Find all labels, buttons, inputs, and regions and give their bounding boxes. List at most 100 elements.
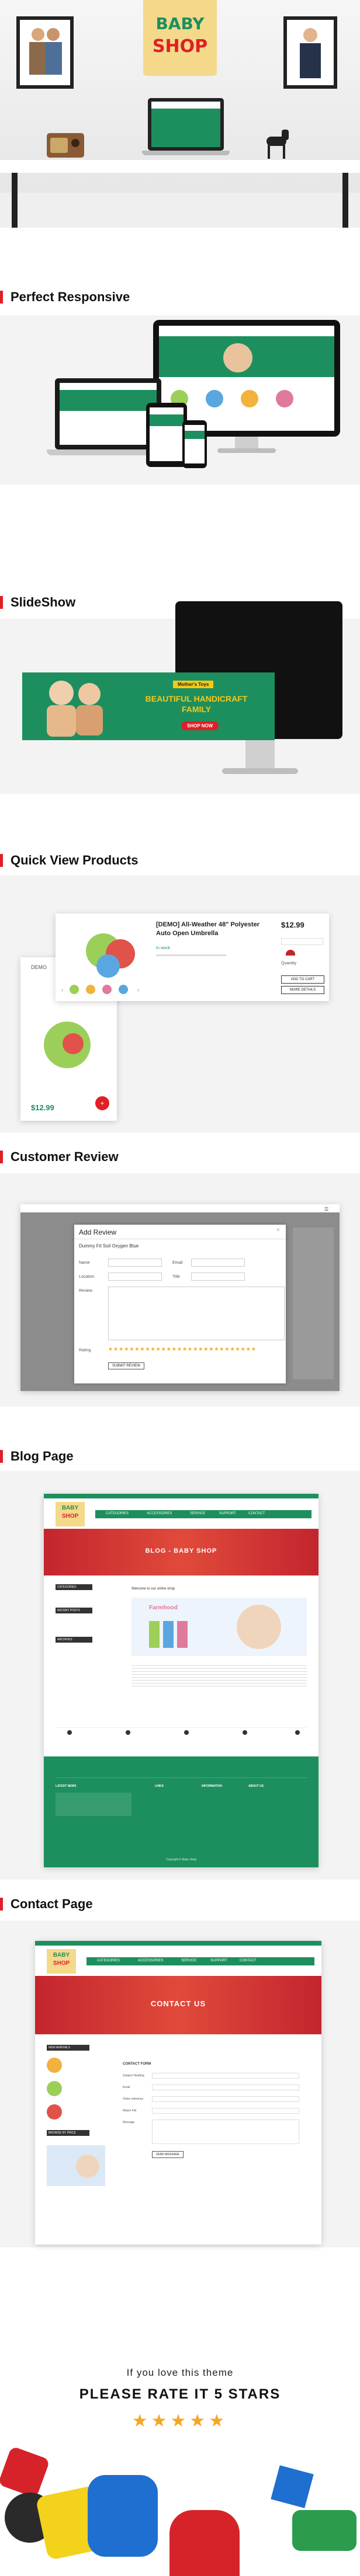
logo-line1: BABY — [155, 14, 205, 33]
car-toy — [292, 2510, 356, 2551]
sidebar-heading-recent: RECENT POSTS — [56, 1608, 92, 1613]
nav-item[interactable]: CATEGORIES — [97, 1959, 120, 1962]
contact-nav: CATEGORIES ACCESSORIES SERVICE SUPPORT C… — [86, 1957, 314, 1965]
field-order-label: Order reference — [123, 2097, 144, 2101]
hero: BABY SHOP — [0, 0, 360, 228]
blog-logo[interactable]: BABY SHOP — [56, 1502, 85, 1526]
title-input[interactable] — [191, 1273, 245, 1281]
quickview-main-image — [80, 922, 144, 980]
more-details-button[interactable]: MORE DETAILS — [281, 986, 324, 994]
nav-item[interactable]: CONTACT — [240, 1959, 257, 1962]
slide-banner: Mother's Toys BEAUTIFUL HANDICRAFT FAMIL… — [22, 672, 275, 740]
toys-decor — [0, 2440, 360, 2576]
contact-page: BABY SHOP CATEGORIES ACCESSORIES SERVICE… — [35, 1941, 321, 2244]
nav-item[interactable]: ACCESSORIES — [147, 1512, 172, 1515]
blog-page: BABY SHOP CATEGORIES ACCESSORIES SERVICE… — [44, 1494, 319, 1867]
email-input[interactable] — [191, 1259, 245, 1267]
sidebar-promo[interactable] — [47, 2145, 105, 2186]
quickview-modal: ‹ › [DEMO] All-Weather 48" Polyester Aut… — [56, 914, 329, 1001]
sidebar-heading-categories: CATEGORIES — [56, 1584, 92, 1590]
card-cart-button[interactable]: + — [95, 1096, 109, 1110]
radio-decor — [47, 133, 84, 158]
review-modal: Add Review × Dummy Fit Soil Oxygen Blue … — [74, 1225, 286, 1383]
footer-col-heading: INFORMATION — [202, 1784, 222, 1788]
nav-item[interactable]: SERVICE — [181, 1959, 196, 1962]
sidebar-heading-archives: ARCHIVES — [56, 1637, 92, 1643]
location-input[interactable] — [108, 1273, 162, 1281]
field-email-label: Email — [123, 2086, 130, 2089]
review-modal-title: Add Review — [79, 1228, 117, 1236]
section-title-blog: Blog Page — [0, 1445, 360, 1469]
nav-item[interactable]: SERVICE — [190, 1512, 205, 1515]
quantity-label: Quantity — [281, 961, 297, 965]
blog-footer: LATEST NEWS LINKS INFORMATION ABOUT US C… — [44, 1756, 319, 1867]
footer-copyright: Copyright © Baby Shop — [165, 1858, 197, 1862]
menu-icon[interactable]: ☰ — [324, 1207, 328, 1212]
horse-decor — [262, 130, 291, 160]
review-browser: ☰ Add Review × Dummy Fit Soil Oxygen Blu… — [20, 1204, 340, 1391]
name-input[interactable] — [108, 1259, 162, 1267]
section-title-quickview: Quick View Products — [0, 849, 360, 873]
contact-logo[interactable]: BABY SHOP — [47, 1949, 76, 1974]
quickview-product-name: [DEMO] All-Weather 48" Polyester Auto Op… — [156, 921, 259, 937]
logo[interactable]: BABY SHOP — [143, 0, 217, 76]
doll-left — [49, 681, 74, 705]
review-textarea[interactable] — [108, 1287, 285, 1340]
social-row — [56, 1727, 307, 1736]
blog-post-title[interactable]: Welcome to our online shop — [131, 1587, 175, 1591]
field-name-label: Name — [79, 1261, 90, 1265]
email-input[interactable] — [152, 2084, 299, 2090]
order-select[interactable] — [152, 2096, 299, 2102]
field-attach-label: Attach File — [123, 2109, 137, 2113]
message-textarea[interactable] — [152, 2120, 299, 2144]
nav-item[interactable]: ACCESSORIES — [138, 1959, 163, 1962]
nav-item[interactable]: SUPPORT — [210, 1959, 227, 1962]
field-rating-label: Rating — [79, 1348, 91, 1353]
slide-headline: BEAUTIFUL HANDICRAFT FAMILY — [145, 694, 248, 714]
card-price: $12.99 — [31, 1103, 54, 1112]
nav-item[interactable]: CATEGORIES — [106, 1512, 129, 1515]
nav-item[interactable]: CONTACT — [248, 1512, 265, 1515]
quickview-stock: In stock — [156, 946, 171, 950]
post-image-caption: Farmhood — [149, 1605, 178, 1611]
sidebar-heading-new-arrivals: NEW ARRIVALS — [47, 2045, 89, 2051]
quickview-price: $12.99 — [281, 921, 304, 929]
subject-select[interactable] — [152, 2073, 299, 2079]
rate-line1: If you love this theme — [126, 2367, 234, 2378]
footer-col-heading: LINKS — [155, 1784, 164, 1788]
rating-stars[interactable]: ★★★★★★★★★★★★★★★★★★★★★★★★★★★★ — [108, 1346, 257, 1353]
photo-frame-right — [283, 16, 337, 89]
submit-review-button[interactable]: SUBMIT REVIEW — [108, 1362, 144, 1369]
send-message-button[interactable]: SEND MESSAGE — [152, 2151, 184, 2158]
hand-toy — [88, 2475, 158, 2557]
demo-label: DEMO — [31, 964, 47, 970]
footer-col-heading: LATEST NEWS — [56, 1784, 77, 1788]
close-icon[interactable]: × — [276, 1227, 280, 1233]
red-figure-toy — [169, 2510, 240, 2576]
add-to-cart-button[interactable]: ADD TO CART — [281, 975, 324, 984]
blog-banner: BLOG - BABY SHOP — [44, 1529, 319, 1575]
blog-banner-title: BLOG - BABY SHOP — [145, 1547, 217, 1554]
rating-stars-row[interactable]: ★★★★★ — [0, 2411, 360, 2431]
logo-line2: SHOP — [152, 36, 208, 57]
umbrella-icon — [286, 950, 295, 956]
phone-mockup — [182, 420, 207, 468]
attach-input[interactable] — [152, 2108, 299, 2114]
contact-form-title: CONTACT FORM — [123, 2062, 151, 2066]
table-decor — [0, 160, 360, 173]
contact-banner: CONTACT US — [35, 1976, 321, 2034]
photo-child — [287, 20, 334, 85]
field-review-label: Review — [79, 1289, 92, 1293]
quickview-thumbs[interactable]: ‹ › — [61, 984, 149, 995]
blog-post-excerpt — [131, 1663, 307, 1686]
slide-cta-button[interactable]: SHOP NOW — [181, 721, 219, 730]
rate-line2: PLEASE RATE IT 5 STARS — [79, 2386, 281, 2402]
quickview-color-select[interactable] — [281, 938, 323, 945]
field-subject-label: Subject Heading — [123, 2074, 144, 2077]
field-email-label: Email — [172, 1261, 183, 1265]
blog-post-image: Farmhood — [131, 1598, 307, 1656]
blog-nav: CATEGORIES ACCESSORIES SERVICE SUPPORT C… — [95, 1510, 311, 1518]
field-message-label: Message — [123, 2121, 135, 2124]
blog-sidebar: CATEGORIES RECENT POSTS ARCHIVES — [56, 1584, 120, 1724]
nav-item[interactable]: SUPPORT — [219, 1512, 236, 1515]
